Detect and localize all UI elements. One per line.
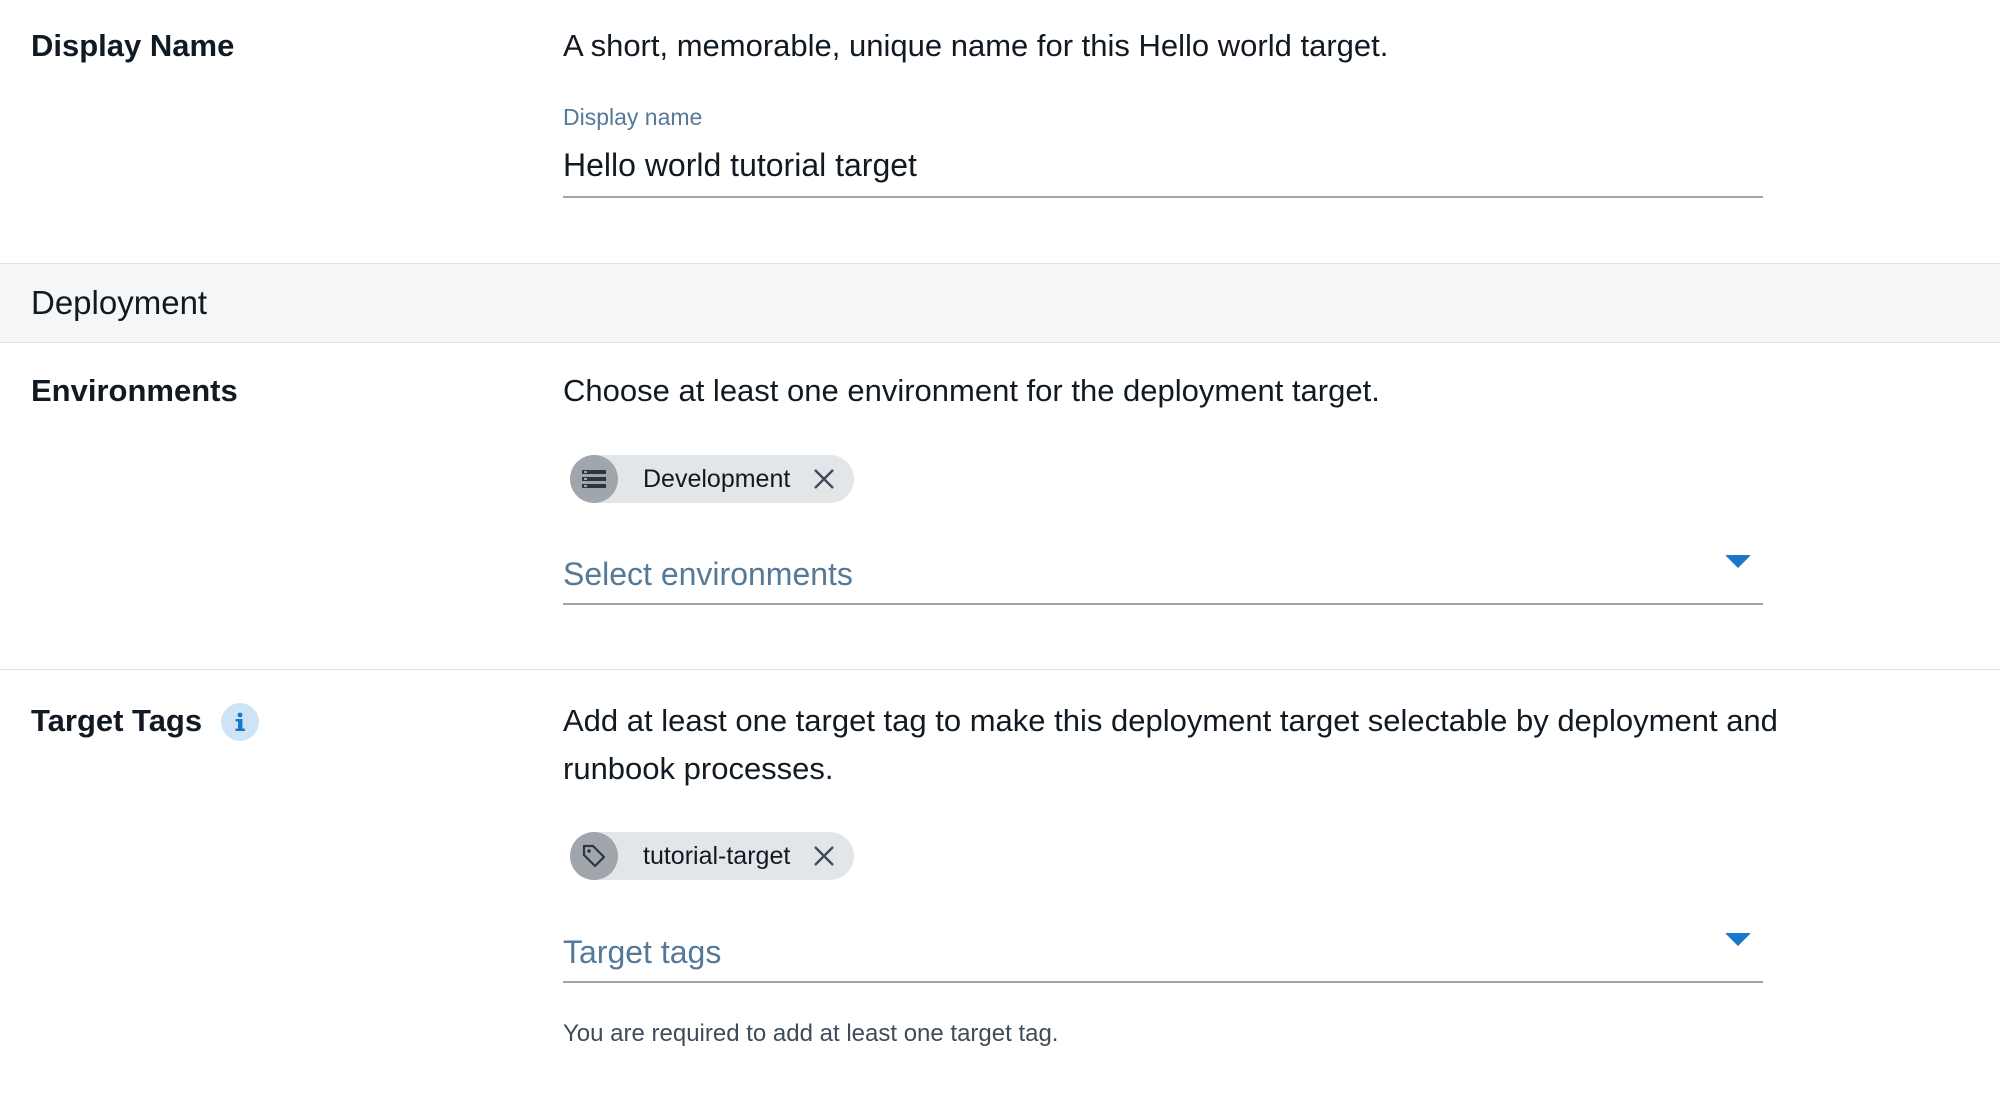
section-divider: [0, 669, 2000, 670]
remove-environment-close-icon[interactable]: [808, 463, 840, 495]
target-tags-label: Target Tags: [31, 703, 203, 738]
environments-description: Choose at least one environment for the …: [563, 373, 1380, 408]
select-environments-input[interactable]: Select environments: [563, 556, 853, 593]
target-tags-dropdown-caret-icon[interactable]: [1725, 933, 1751, 946]
tag-icon: [570, 832, 618, 880]
deployment-target-settings-page: Display Name A short, memorable, unique …: [0, 0, 2000, 1100]
display-name-label: Display Name: [31, 28, 235, 63]
environments-label: Environments: [31, 373, 238, 408]
display-name-caption: Display name: [563, 104, 703, 130]
deployment-section-header: Deployment: [0, 263, 2000, 343]
target-tag-chip-label: tutorial-target: [643, 841, 791, 870]
environment-icon: [570, 455, 618, 503]
environment-chip-development: Development: [570, 455, 855, 503]
environments-dropdown-caret-icon[interactable]: [1725, 555, 1751, 568]
display-name-input[interactable]: Hello world tutorial target: [563, 147, 917, 184]
display-name-description: A short, memorable, unique name for this…: [563, 28, 1389, 63]
target-tag-chip-tutorial-target: tutorial-target: [570, 832, 855, 880]
environment-chip-label: Development: [643, 464, 791, 493]
target-tags-underline: [563, 981, 1763, 983]
target-tags-helper-text: You are required to add at least one tar…: [563, 1020, 1059, 1047]
info-icon[interactable]: [221, 703, 259, 741]
environments-underline: [563, 603, 1763, 605]
target-tags-description: Add at least one target tag to make this…: [563, 703, 1778, 786]
remove-target-tag-close-icon[interactable]: [808, 840, 840, 872]
deployment-section-title: Deployment: [31, 284, 208, 321]
display-name-underline: [563, 196, 1763, 198]
target-tags-input[interactable]: Target tags: [563, 934, 721, 971]
